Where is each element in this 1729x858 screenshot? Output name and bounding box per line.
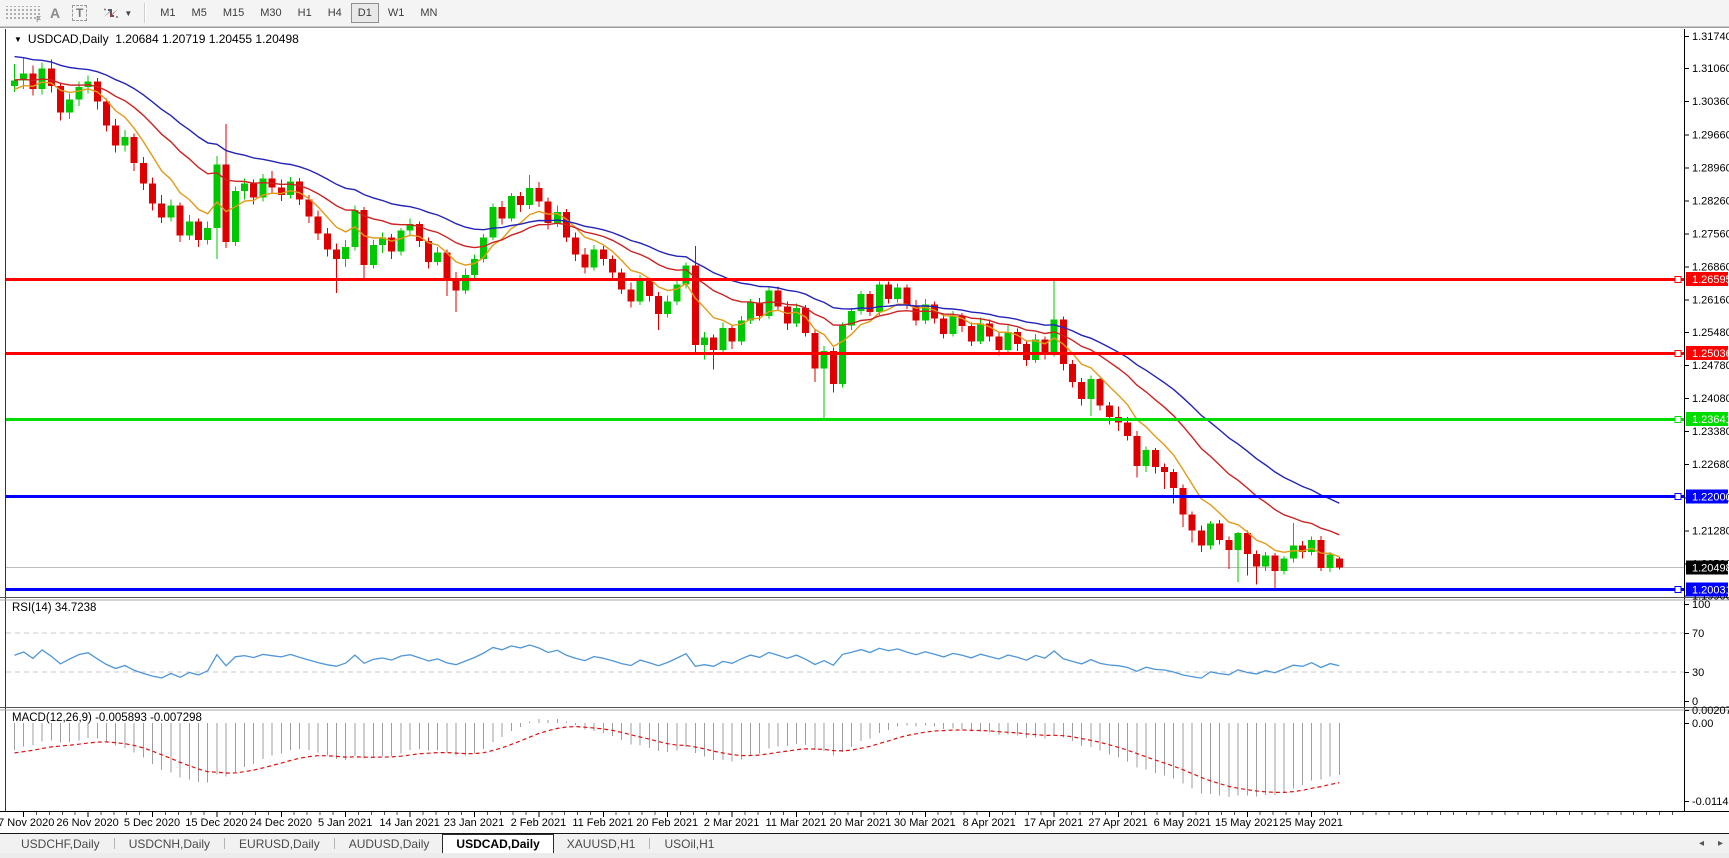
svg-text:5 Jan 2021: 5 Jan 2021: [318, 817, 372, 829]
svg-text:1.20031: 1.20031: [1692, 584, 1729, 596]
svg-text:0.00: 0.00: [1692, 718, 1713, 730]
svg-text:1.31060: 1.31060: [1692, 63, 1729, 75]
svg-text:1.20498: 1.20498: [1692, 562, 1729, 574]
timeframe-button-h4[interactable]: H4: [321, 3, 349, 23]
tab-xauusd-h1[interactable]: XAUUSD,H1: [554, 834, 649, 853]
svg-text:27 Apr 2021: 27 Apr 2021: [1088, 817, 1147, 829]
svg-text:23 Jan 2021: 23 Jan 2021: [444, 817, 505, 829]
toolbar-separator: [144, 3, 146, 23]
timeframe-buttons: M1M5M15M30H1H4D1W1MN: [152, 3, 445, 23]
svg-text:6 May 2021: 6 May 2021: [1154, 817, 1211, 829]
tab-separator: [224, 838, 225, 849]
chart-tab-strip: USDCHF,DailyUSDCNH,DailyEURUSD,DailyAUDU…: [0, 833, 1729, 853]
timeframe-button-m5[interactable]: M5: [185, 3, 214, 23]
svg-text:5 Dec 2020: 5 Dec 2020: [124, 817, 180, 829]
svg-text:2 Feb 2021: 2 Feb 2021: [511, 817, 567, 829]
tab-separator: [114, 838, 115, 849]
tab-usoil-h1[interactable]: USOil,H1: [651, 834, 727, 853]
tab-scroll-left-icon[interactable]: ◂: [1699, 838, 1704, 849]
tab-audusd-daily[interactable]: AUDUSD,Daily: [336, 834, 443, 853]
toolbar-drag-handle-icon[interactable]: F: [4, 6, 40, 21]
svg-text:1.24780: 1.24780: [1692, 360, 1729, 372]
svg-text:2 Mar 2021: 2 Mar 2021: [704, 817, 760, 829]
svg-text:1.26595: 1.26595: [1692, 274, 1729, 286]
chart-symbol-period: USDCAD,Daily: [28, 32, 109, 46]
chart-canvas[interactable]: 1.31740 1.31060 1.30360 1.29660 1.28960 1.282…: [0, 27, 1729, 833]
svg-text:15 May 2021: 15 May 2021: [1215, 817, 1279, 829]
svg-text:1.28260: 1.28260: [1692, 195, 1729, 207]
svg-text:1.26160: 1.26160: [1692, 295, 1729, 307]
text-tool-icon[interactable]: T: [72, 5, 87, 21]
svg-text:1.21280: 1.21280: [1692, 525, 1729, 537]
svg-text:-0.011462: -0.011462: [1692, 796, 1729, 808]
chart-ohlc-values: 1.20684 1.20719 1.20455 1.20498: [115, 32, 299, 46]
svg-text:20 Mar 2021: 20 Mar 2021: [830, 817, 892, 829]
svg-text:30: 30: [1692, 667, 1704, 679]
svg-text:20 Feb 2021: 20 Feb 2021: [636, 817, 698, 829]
svg-text:1.23641: 1.23641: [1692, 414, 1729, 426]
svg-text:11 Feb 2021: 11 Feb 2021: [572, 817, 633, 829]
svg-text:1.28960: 1.28960: [1692, 162, 1729, 174]
svg-text:1.22680: 1.22680: [1692, 459, 1729, 471]
tab-separator: [649, 838, 650, 849]
svg-text:1.31740: 1.31740: [1692, 31, 1729, 43]
tab-scroll-arrows: ◂ ▸: [1699, 834, 1723, 853]
svg-text:8 Apr 2021: 8 Apr 2021: [963, 817, 1016, 829]
dropdown-caret-icon[interactable]: ▼: [124, 9, 132, 18]
svg-text:24 Dec 2020: 24 Dec 2020: [250, 817, 312, 829]
tab-usdchf-daily[interactable]: USDCHF,Daily: [8, 834, 113, 853]
svg-text:100: 100: [1692, 599, 1710, 611]
svg-text:25 May 2021: 25 May 2021: [1279, 817, 1343, 829]
svg-text:1.25480: 1.25480: [1692, 327, 1729, 339]
svg-text:17 Apr 2021: 17 Apr 2021: [1024, 817, 1083, 829]
timeframe-button-m15[interactable]: M15: [216, 3, 251, 23]
cursor-a-icon[interactable]: A: [44, 5, 66, 21]
svg-text:70: 70: [1692, 628, 1704, 640]
svg-text:11 Mar 2021: 11 Mar 2021: [766, 817, 827, 829]
svg-text:1.26860: 1.26860: [1692, 262, 1729, 274]
svg-text:1.29660: 1.29660: [1692, 129, 1729, 141]
hline-handle: [1675, 417, 1681, 423]
macd-indicator-label: MACD(12,26,9) -0.005893 -0.007298: [12, 712, 202, 724]
svg-text:1.25036: 1.25036: [1692, 348, 1729, 360]
toolbar: F A T ▼ M1M5M15M30H1H4D1W1MN: [0, 0, 1729, 27]
hline-handle: [1675, 587, 1681, 593]
tab-eurusd-daily[interactable]: EURUSD,Daily: [226, 834, 333, 853]
svg-text:15 Dec 2020: 15 Dec 2020: [185, 817, 247, 829]
timeframe-button-w1[interactable]: W1: [381, 3, 412, 23]
svg-text:1.24080: 1.24080: [1692, 393, 1729, 405]
hline-handle: [1675, 494, 1681, 500]
symbol-dropdown-icon[interactable]: ▼: [14, 35, 22, 44]
objects-arrows-icon[interactable]: [101, 2, 121, 24]
svg-text:0.002074: 0.002074: [1692, 705, 1729, 717]
svg-text:14 Jan 2021: 14 Jan 2021: [379, 817, 440, 829]
tab-separator: [334, 838, 335, 849]
tab-usdcnh-daily[interactable]: USDCNH,Daily: [116, 834, 223, 853]
rsi-value: 34.7238: [55, 602, 97, 614]
chart-tabs: USDCHF,DailyUSDCNH,DailyEURUSD,DailyAUDU…: [8, 834, 727, 853]
svg-text:17 Nov 2020: 17 Nov 2020: [0, 817, 54, 829]
macd-values: -0.005893 -0.007298: [95, 712, 202, 724]
svg-text:1.27560: 1.27560: [1692, 229, 1729, 241]
timeframe-button-m30[interactable]: M30: [253, 3, 288, 23]
hline-handle: [1675, 351, 1681, 357]
tab-scroll-right-icon[interactable]: ▸: [1718, 838, 1723, 849]
hline-handle: [1675, 277, 1681, 283]
timeframe-button-m1[interactable]: M1: [153, 3, 182, 23]
svg-text:1.22000: 1.22000: [1692, 491, 1729, 503]
timeframe-button-d1[interactable]: D1: [351, 3, 379, 23]
timeframe-button-mn[interactable]: MN: [413, 3, 444, 23]
chart-title: ▼ USDCAD,Daily 1.20684 1.20719 1.20455 1.…: [14, 32, 299, 46]
svg-text:1.23380: 1.23380: [1692, 426, 1729, 438]
svg-text:1.30360: 1.30360: [1692, 96, 1729, 108]
svg-text:30 Mar 2021: 30 Mar 2021: [894, 817, 956, 829]
svg-text:26 Nov 2020: 26 Nov 2020: [56, 817, 118, 829]
trading-platform-window: F A T ▼ M1M5M15M30H1H4D1W1MN 1.317401.31…: [0, 0, 1729, 858]
timeframe-button-h1[interactable]: H1: [291, 3, 319, 23]
rsi-indicator-label: RSI(14) 34.7238: [12, 602, 96, 614]
tab-usdcad-daily[interactable]: USDCAD,Daily: [442, 834, 553, 853]
